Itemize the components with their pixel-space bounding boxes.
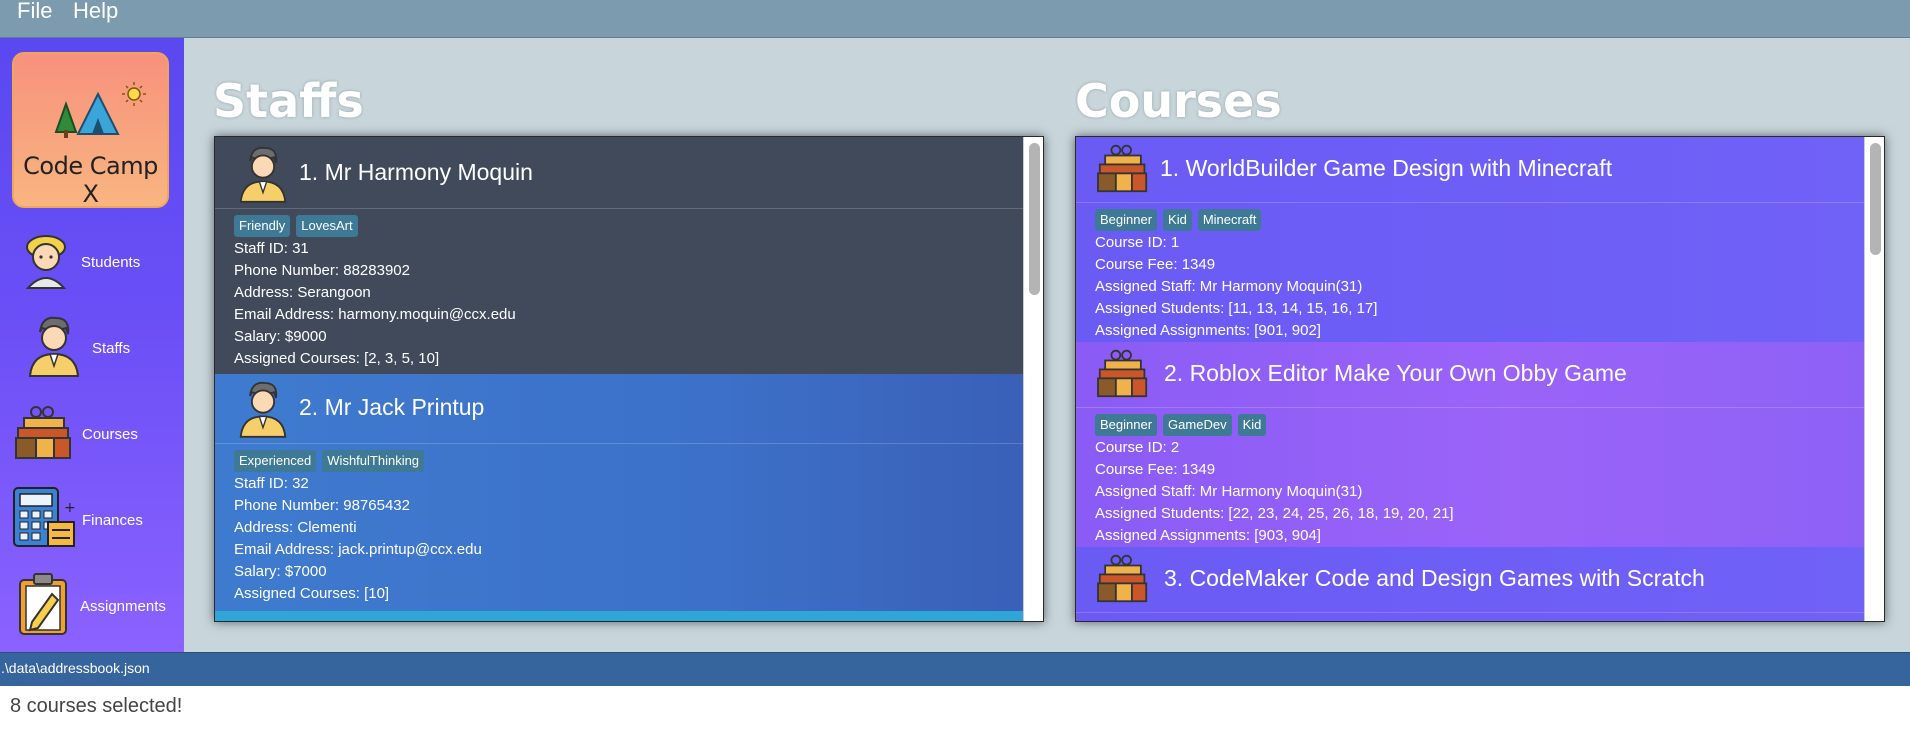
staffs-scrollbar[interactable]: [1023, 137, 1043, 621]
tag: Minecraft: [1197, 209, 1262, 231]
staff-name: 1. Mr Harmony Moquin: [299, 159, 533, 185]
course-name: 1. WorldBuilder Game Design with Minecra…: [1160, 155, 1613, 181]
sidebar-item-assignments[interactable]: Assignments: [0, 568, 184, 650]
staff-salary: Salary: $7000: [234, 563, 327, 580]
svg-text:+: +: [64, 500, 76, 516]
books-icon: [1097, 554, 1148, 603]
app-logo: Code Camp X: [12, 52, 169, 208]
sidebar-item-label: Assignments: [80, 598, 166, 615]
books-icon: [1097, 144, 1148, 193]
course-card[interactable]: 1. WorldBuilder Game Design with Minecra…: [1076, 137, 1864, 342]
sidebar-item-finances[interactable]: + Finances: [0, 482, 184, 564]
course-students: Assigned Students: [11, 13, 14, 15, 16, …: [1095, 300, 1378, 317]
staff-card-header: 2. Mr Jack Printup: [215, 374, 1023, 444]
tag: WishfulThinking: [322, 450, 425, 472]
staff-id: Staff ID: 32: [234, 475, 309, 492]
staff-card[interactable]: 2. Mr Jack Printup Experienced WishfulTh…: [215, 374, 1023, 611]
tag: Experienced: [234, 450, 317, 472]
result-message: 8 courses selected!: [10, 695, 183, 717]
tag: GameDev: [1163, 414, 1232, 436]
tag: Beginner: [1095, 209, 1158, 231]
course-assignments: Assigned Assignments: [903, 904]: [1095, 527, 1321, 544]
sidebar-item-label: Students: [81, 254, 141, 271]
staff-phone: Phone Number: 88283902: [234, 262, 410, 279]
course-name: 2. Roblox Editor Make Your Own Obby Game: [1164, 360, 1627, 386]
scrollbar-thumb[interactable]: [1870, 143, 1881, 255]
sidebar-item-staffs[interactable]: Staffs: [0, 310, 184, 392]
sidebar: Code Camp X Students Staffs Courses + Fi…: [0, 38, 184, 652]
staff-name: 2. Mr Jack Printup: [299, 394, 485, 420]
tag: Kid: [1163, 209, 1192, 231]
books-icon: [1097, 349, 1148, 398]
staff-salary: Salary: $9000: [234, 328, 327, 345]
staff-courses: Assigned Courses: [10]: [234, 585, 390, 602]
course-assignments: Assigned Assignments: [901, 902]: [1095, 322, 1321, 339]
menu-file[interactable]: File: [17, 0, 52, 22]
staff-id: Staff ID: 31: [234, 240, 309, 257]
course-staff: Assigned Staff: Mr Harmony Moquin(31): [1095, 278, 1363, 295]
course-id: Course ID: 1: [1095, 234, 1180, 251]
staff-card-header: 1. Mr Harmony Moquin: [215, 137, 1023, 209]
staff-courses: Assigned Courses: [2, 3, 5, 10]: [234, 350, 440, 367]
course-students: Assigned Students: [22, 23, 24, 25, 26, …: [1095, 505, 1454, 522]
course-card-header: 3. CodeMaker Code and Design Games with …: [1076, 547, 1864, 613]
tag-list: Friendly LovesArt: [234, 215, 358, 237]
sidebar-item-students[interactable]: Students: [0, 224, 184, 306]
sidebar-item-label: Staffs: [92, 340, 131, 357]
courses-list: 1. WorldBuilder Game Design with Minecra…: [1075, 136, 1885, 622]
course-fee: Course Fee: 1349: [1095, 256, 1216, 273]
status-bar: .\data\addressbook.json: [0, 652, 1910, 686]
course-staff: Assigned Staff: Mr Harmony Moquin(31): [1095, 483, 1363, 500]
tag: Kid: [1237, 414, 1267, 436]
data-file-path: .\data\addressbook.json: [1, 660, 150, 676]
course-card[interactable]: 3. CodeMaker Code and Design Games with …: [1076, 547, 1864, 621]
scrollbar-thumb[interactable]: [1029, 143, 1040, 295]
courses-scrollbar[interactable]: [1864, 137, 1884, 621]
staff-card[interactable]: [215, 611, 1023, 621]
staff-email: Email Address: jack.printup@ccx.edu: [234, 541, 482, 558]
course-card-header: 1. WorldBuilder Game Design with Minecra…: [1076, 137, 1864, 203]
course-card-header: 2. Roblox Editor Make Your Own Obby Game: [1076, 342, 1864, 408]
tag-list: Beginner GameDev Kid: [1095, 414, 1267, 436]
staffs-list: 1. Mr Harmony Moquin Friendly LovesArt S…: [214, 136, 1044, 622]
result-display: 8 courses selected!: [0, 686, 1910, 737]
student-icon: [25, 235, 67, 289]
courses-title: Courses: [1075, 74, 1282, 128]
course-card[interactable]: 2. Roblox Editor Make Your Own Obby Game…: [1076, 342, 1864, 547]
tag: LovesArt: [296, 215, 358, 237]
staff-icon: [28, 316, 80, 377]
course-fee: Course Fee: 1349: [1095, 461, 1216, 478]
tag: Friendly: [234, 215, 291, 237]
staff-card[interactable]: 1. Mr Harmony Moquin Friendly LovesArt S…: [215, 137, 1023, 374]
books-icon: [15, 406, 71, 459]
course-id: Course ID: 2: [1095, 439, 1180, 456]
calculator-icon: +: [13, 487, 76, 547]
logo-text: Code Camp X: [23, 152, 158, 208]
sidebar-item-label: Courses: [82, 426, 138, 443]
staff-address: Address: Clementi: [234, 519, 357, 536]
staff-email: Email Address: harmony.moquin@ccx.edu: [234, 306, 516, 323]
tag-list: Experienced WishfulThinking: [234, 450, 425, 472]
course-name: 3. CodeMaker Code and Design Games with …: [1164, 565, 1705, 591]
staff-address: Address: Serangoon: [234, 284, 371, 301]
staff-avatar-icon: [239, 381, 287, 438]
staffs-title: Staffs: [213, 74, 364, 128]
tag: Beginner: [1095, 414, 1158, 436]
staff-avatar-icon: [239, 146, 287, 203]
clipboard-icon: [19, 573, 67, 635]
staff-phone: Phone Number: 98765432: [234, 497, 410, 514]
menu-bar: File Help: [0, 0, 1910, 38]
sidebar-item-courses[interactable]: Courses: [0, 396, 184, 478]
campsite-icon: [54, 82, 146, 138]
sidebar-item-label: Finances: [82, 512, 143, 529]
tag-list: Beginner Kid Minecraft: [1095, 209, 1262, 231]
menu-help[interactable]: Help: [73, 0, 118, 22]
